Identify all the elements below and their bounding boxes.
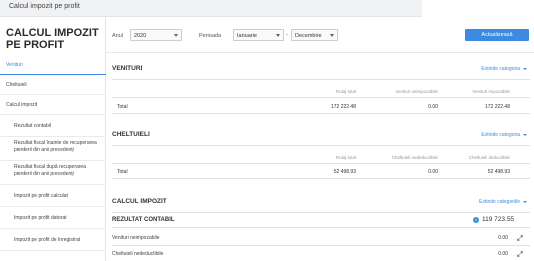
cheltuieli-total-nedeductibile: 0.00 (428, 169, 438, 175)
divider (112, 178, 530, 179)
sidebar-item-label: Rezultat contabil (14, 123, 51, 129)
sidebar-title: CALCUL IMPOZIT PE PROFIT (6, 27, 99, 51)
period-to-value: Decembrie (295, 33, 322, 39)
caret-down-icon (174, 34, 178, 37)
venituri-neimpozabile-label: Venituri neimpozabile (112, 235, 160, 241)
filter-bar: Anul 2020 Perioada Ianuarie - Decembrie … (106, 17, 534, 53)
venituri-neimpozabile-value: 0.00 (498, 235, 508, 241)
sidebar-item-label: Rezultat fiscal înainte de recuperarea p… (14, 140, 97, 153)
expand-icon[interactable] (517, 251, 523, 257)
cheltuieli-total-rulaj: 52 498.93 (333, 169, 356, 175)
sidebar-item-cheltuieli[interactable]: Cheltuieli (0, 75, 106, 95)
divider (112, 145, 530, 146)
cheltuieli-total-label: Total (117, 169, 128, 175)
caret-down-icon (276, 34, 280, 37)
chevron-down-icon (523, 200, 527, 203)
column-header: Cheltuieli deductibile (468, 155, 510, 160)
venituri-title: VENITURI (112, 65, 143, 72)
venituri-section-header: VENITURI Extinde categoria (106, 59, 534, 79)
extend-label: Extinde categoriile (479, 199, 520, 205)
sidebar-item-rezultat-fiscal-inainte[interactable]: Rezultat fiscal înainte de recuperarea p… (0, 137, 106, 161)
window-title: Calcul impozit pe profit (9, 3, 80, 10)
sidebar-item-label: Calcul impozit (6, 102, 38, 108)
expand-icon[interactable] (517, 235, 523, 241)
venituri-extend-link[interactable]: Extinde categoria (481, 66, 527, 72)
calcul-title: CALCUL IMPOZIT (112, 198, 167, 205)
divider (112, 97, 530, 98)
extend-label: Extinde categoria (481, 66, 520, 72)
period-to-select[interactable]: Decembrie (291, 29, 338, 41)
sidebar-item-label: Venituri (6, 62, 23, 68)
sidebar: CALCUL IMPOZIT PE PROFIT Venituri Cheltu… (0, 17, 106, 261)
divider (112, 212, 530, 213)
title-bar: Calcul impozit pe profit (0, 0, 534, 17)
year-select-value: 2020 (134, 33, 147, 39)
column-header: Venituri neimpozabile (395, 89, 438, 94)
divider (112, 245, 530, 246)
column-header: Rulaj total (335, 89, 356, 94)
column-header: Cheltuieli nedeductibile (391, 155, 438, 160)
cheltuieli-section-header: CHELTUIELI Extinde categoria (106, 125, 534, 145)
rezultat-contabil-value: 119 723.55 (482, 216, 515, 223)
chevron-down-icon (523, 67, 527, 70)
column-header: Rulaj total (335, 155, 356, 160)
period-label: Perioada (199, 33, 222, 39)
sidebar-item-label: Impozit pe profit de înregistrat (14, 237, 81, 243)
year-label: Anul (112, 33, 124, 39)
period-from-value: Ianuarie (237, 33, 257, 39)
venituri-total-rulaj: 172 222.48 (330, 104, 356, 110)
sidebar-item-impozit-calculat[interactable]: Impozit pe profit calculat (0, 185, 106, 207)
cheltuieli-title: CHELTUIELI (112, 131, 150, 138)
cheltuieli-extend-link[interactable]: Extinde categoria (481, 132, 527, 138)
divider (112, 227, 530, 228)
sidebar-item-impozit-de-inregistrat[interactable]: Impozit pe profit de înregistrat (0, 229, 106, 251)
sidebar-item-label: Impozit pe profit datorat (14, 215, 67, 221)
sidebar-item-venituri[interactable]: Venituri (0, 55, 106, 75)
sidebar-item-rezultat-fiscal-dupa[interactable]: Rezultat fiscal după recuperarea pierder… (0, 161, 106, 185)
update-button[interactable]: Actualizează (465, 29, 529, 41)
divider (112, 163, 530, 164)
main-panel: Anul 2020 Perioada Ianuarie - Decembrie … (106, 17, 534, 261)
venituri-total-label: Total (117, 104, 128, 110)
venituri-total-impozabile: 172 222.48 (484, 104, 510, 110)
extend-label: Extinde categoria (481, 132, 520, 138)
sidebar-item-label: Rezultat fiscal după recuperarea pierder… (14, 164, 86, 177)
caret-down-icon (330, 34, 334, 37)
period-from-select[interactable]: Ianuarie (233, 29, 284, 41)
info-icon[interactable]: i (473, 217, 479, 223)
cheltuieli-nedeductibile-value: 0.00 (498, 251, 508, 257)
venituri-total-neimpozabile: 0.00 (428, 104, 438, 110)
divider (112, 113, 530, 114)
period-separator: - (286, 32, 288, 38)
year-select[interactable]: 2020 (130, 29, 182, 41)
sidebar-item-label: Cheltuieli (6, 82, 27, 88)
cheltuieli-total-deductibile: 52 498.93 (487, 169, 510, 175)
title-bar-pad (422, 0, 534, 17)
sidebar-item-label: Impozit pe profit calculat (14, 193, 68, 199)
sidebar-item-rezultat-contabil[interactable]: Rezultat contabil (0, 115, 106, 137)
calcul-section-header: CALCUL IMPOZIT Extinde categoriile (106, 192, 534, 212)
calcul-extend-link[interactable]: Extinde categoriile (479, 199, 527, 205)
rezultat-contabil-label: REZULTAT CONTABIL (112, 217, 175, 223)
column-header: Venituri impozabile (472, 89, 510, 94)
sidebar-item-calcul-impozit[interactable]: Calcul impozit (0, 95, 106, 115)
chevron-down-icon (523, 133, 527, 136)
divider (112, 79, 530, 80)
cheltuieli-nedeductibile-label: Cheltuieli nedeductibile (112, 251, 164, 257)
sidebar-item-impozit-datorat[interactable]: Impozit pe profit datorat (0, 207, 106, 229)
